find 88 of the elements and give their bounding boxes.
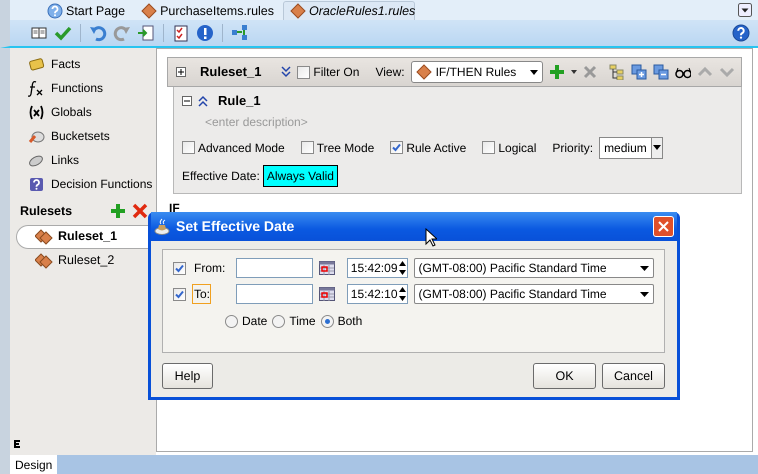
connector-icon[interactable]: [231, 24, 249, 42]
ruleset-icon: [35, 252, 53, 269]
checkbox-label: Filter On: [313, 64, 360, 81]
dropdown-icon[interactable]: [738, 3, 752, 17]
alert-icon[interactable]: [196, 24, 214, 42]
checkbox[interactable]: [182, 141, 195, 154]
cup-icon: [153, 218, 171, 236]
expand-all-icon[interactable]: [630, 64, 647, 80]
calendar-icon[interactable]: [318, 287, 335, 301]
collapse-up-icon[interactable]: [198, 94, 208, 107]
help-icon: [47, 3, 63, 19]
sidebar-item[interactable]: Functions: [10, 76, 156, 100]
editor-tab[interactable]: Design: [10, 455, 58, 474]
tree-icon[interactable]: [608, 64, 625, 80]
checkbox[interactable]: [482, 141, 496, 154]
import-icon[interactable]: [137, 24, 155, 42]
sidebar-item[interactable]: Decision Functions: [10, 172, 156, 196]
calendar-icon[interactable]: [318, 261, 335, 275]
caret-icon[interactable]: [570, 70, 577, 74]
sidebar-item[interactable]: Bucketsets: [10, 124, 156, 148]
caret-icon: [652, 145, 661, 150]
checkbox[interactable]: [173, 288, 186, 300]
checklist-icon[interactable]: [172, 24, 190, 42]
caret-icon: [640, 266, 649, 270]
checkbox-label: Advanced Mode: [198, 140, 285, 156]
radio-label: Time: [289, 313, 316, 330]
radio-button[interactable]: [272, 314, 286, 328]
radio-label: Both: [338, 313, 362, 330]
checkbox-label: Rule Active: [406, 140, 466, 156]
delete-icon[interactable]: [132, 203, 148, 220]
caret-icon: [640, 292, 649, 296]
date-field[interactable]: [236, 258, 313, 278]
dialog-button[interactable]: OK: [533, 363, 596, 389]
rule-name: Rule_1: [218, 92, 261, 110]
section-heading: Rulesets: [20, 203, 74, 220]
undo-icon[interactable]: [89, 24, 107, 42]
priority-dropdown[interactable]: medium: [599, 136, 664, 158]
variable-icon: [28, 104, 45, 120]
dialog-button[interactable]: Help: [162, 363, 213, 389]
timezone-dropdown[interactable]: (GMT-08:00) Pacific Standard Time: [414, 258, 654, 278]
radio-button[interactable]: [320, 314, 334, 328]
date-field[interactable]: [236, 284, 313, 304]
caret-icon: [530, 70, 538, 74]
ruleset-item[interactable]: Ruleset_2: [16, 248, 156, 273]
time-spinner[interactable]: 15:42:09: [346, 258, 408, 278]
document-tab[interactable]: PurchaseItems.rules: [134, 1, 282, 20]
time-spinner[interactable]: 15:42:10: [346, 284, 408, 304]
expand-icon[interactable]: [176, 67, 186, 77]
dialog-title: Set Effective Date: [176, 217, 296, 236]
function-icon: [28, 80, 45, 96]
checkbox[interactable]: [297, 66, 310, 78]
spinner-arrows-icon: [398, 285, 407, 303]
close-button[interactable]: [653, 216, 674, 237]
radio-button[interactable]: [225, 314, 238, 328]
checkbox-label: From:: [193, 260, 226, 277]
effective-date-button[interactable]: Always Valid: [262, 164, 338, 186]
checkbox-label: Tree Mode: [316, 140, 374, 156]
question-icon: [28, 176, 45, 192]
add-icon[interactable]: [110, 203, 126, 220]
collapse-all-icon[interactable]: [652, 64, 669, 80]
field-label: View:: [375, 64, 405, 81]
ruleset-name: Ruleset_1: [200, 63, 262, 82]
check-icon[interactable]: [54, 24, 72, 42]
condition-label: IF: [169, 200, 180, 216]
close-icon: [658, 221, 669, 232]
checkbox[interactable]: [300, 141, 314, 154]
document-tab[interactable]: Start Page: [40, 1, 132, 20]
add-icon[interactable]: [548, 64, 565, 80]
checkbox[interactable]: [390, 141, 404, 154]
help-icon[interactable]: [732, 24, 750, 42]
field-label: Priority:: [552, 140, 594, 156]
sidebar-item[interactable]: Links: [10, 148, 156, 172]
radio-label: Date: [242, 313, 268, 330]
timezone-dropdown[interactable]: (GMT-08:00) Pacific Standard Time: [414, 284, 654, 304]
view-dropdown[interactable]: IF/THEN Rules: [410, 61, 543, 83]
sidebar-item[interactable]: Facts: [10, 52, 156, 76]
document-tab[interactable]: OracleRules1.rules: [283, 1, 416, 20]
expand-down-icon[interactable]: [281, 66, 292, 78]
dialog-button[interactable]: Cancel: [602, 363, 665, 389]
checkbox-label: Logical: [498, 140, 536, 156]
cursor-icon: [425, 228, 437, 247]
ruleset-icon: [35, 228, 53, 245]
field-label: Effective Date:: [182, 168, 260, 184]
diamond-icon: [416, 64, 432, 80]
spinner-arrows-icon: [398, 259, 407, 277]
checkbox[interactable]: [173, 262, 186, 274]
sidebar-item[interactable]: Globals: [10, 100, 156, 124]
checkbox-label: To:: [192, 284, 212, 304]
